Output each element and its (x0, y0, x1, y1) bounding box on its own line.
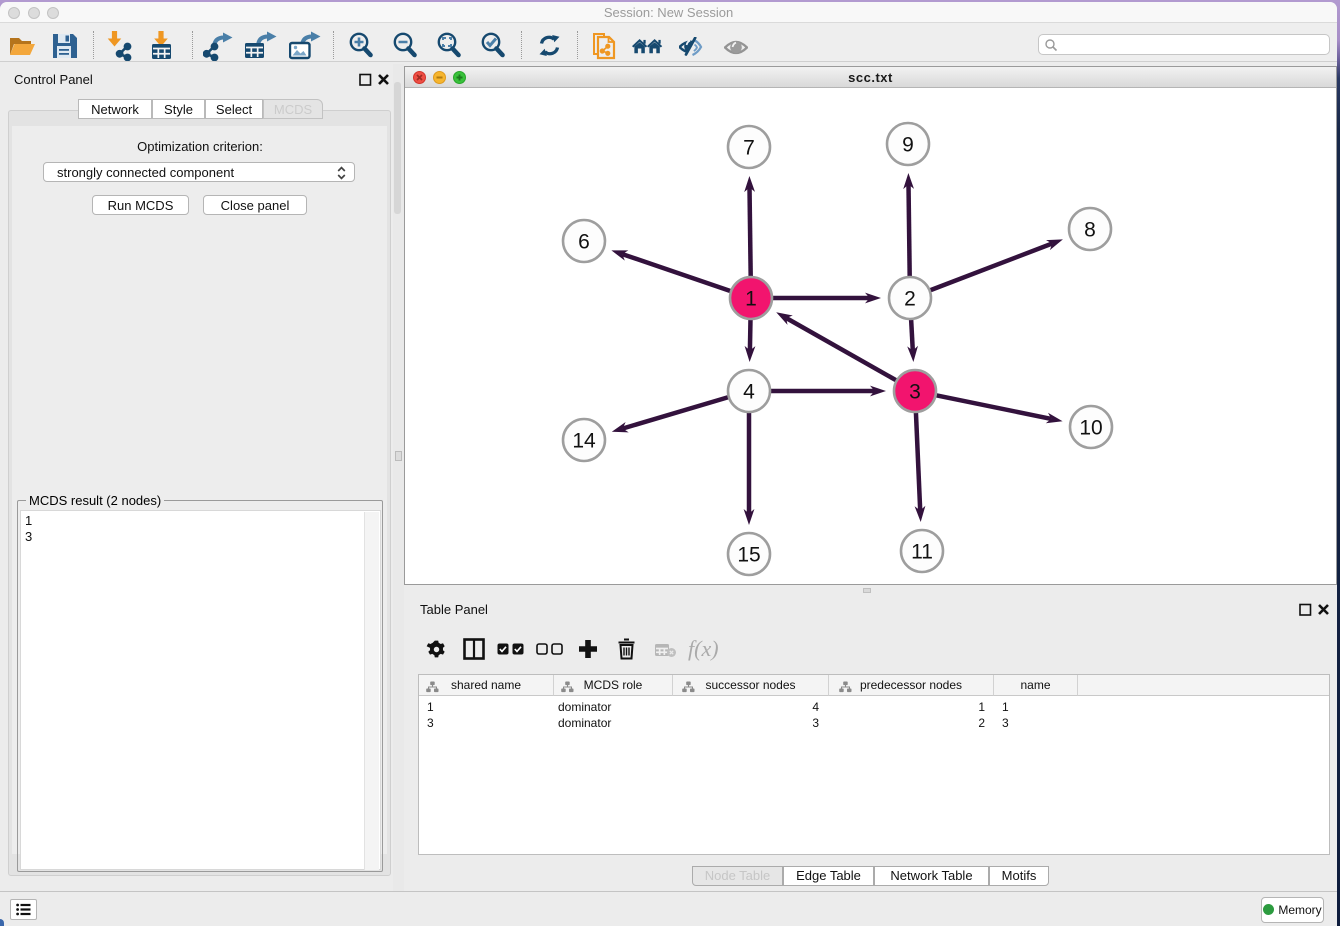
svg-text:9: 9 (902, 134, 914, 157)
svg-text:4: 4 (743, 381, 755, 404)
svg-text:7: 7 (743, 137, 755, 160)
svg-text:14: 14 (572, 430, 596, 453)
svg-text:6: 6 (578, 231, 590, 254)
svg-text:8: 8 (1084, 219, 1096, 242)
svg-text:1: 1 (745, 288, 757, 311)
svg-text:10: 10 (1079, 417, 1102, 440)
svg-text:2: 2 (904, 288, 916, 311)
svg-text:15: 15 (737, 544, 760, 567)
svg-text:11: 11 (911, 541, 933, 564)
svg-text:3: 3 (909, 381, 921, 404)
